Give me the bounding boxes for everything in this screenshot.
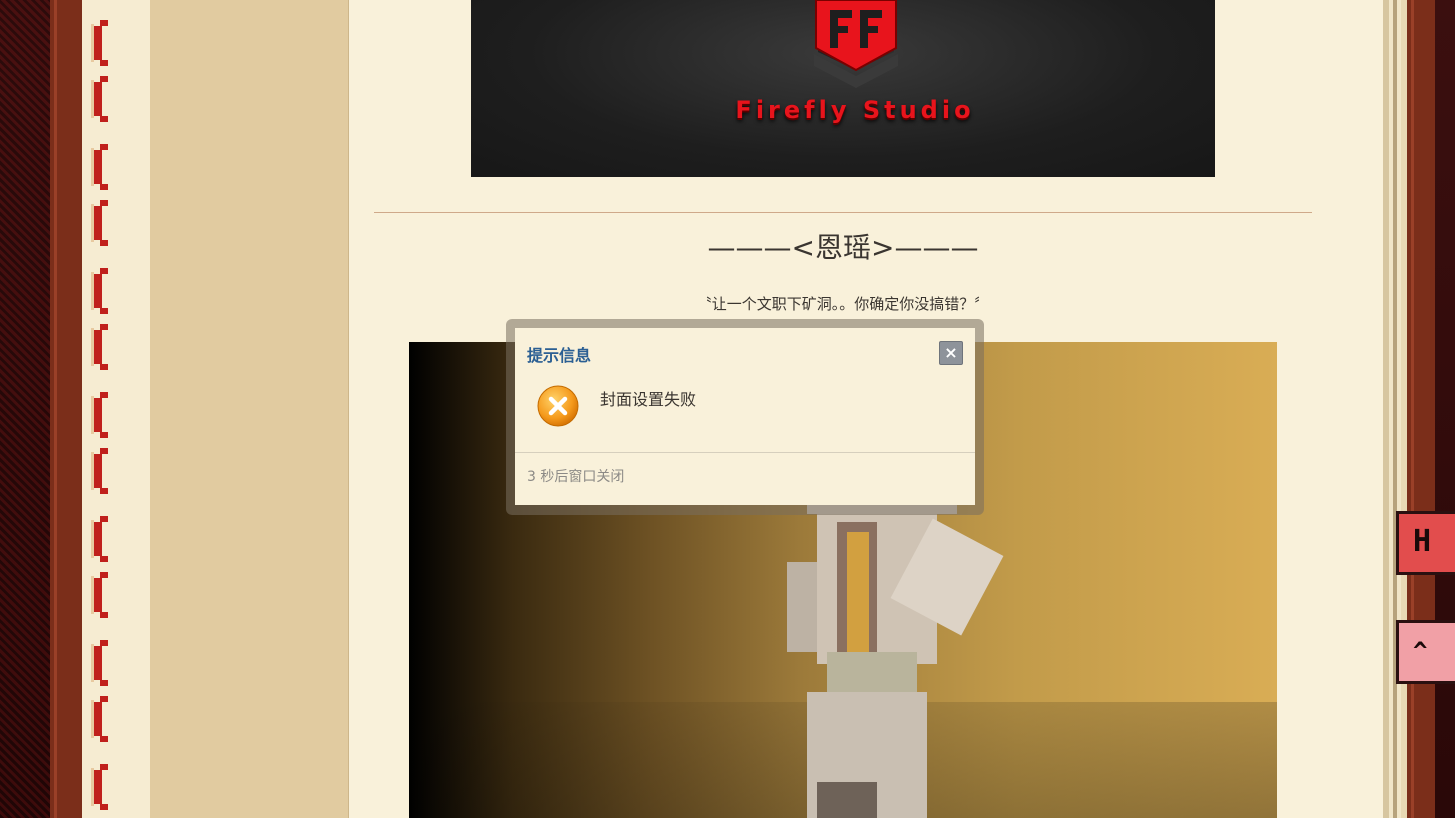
side-float-button-h[interactable]: H	[1396, 511, 1455, 575]
dialog-title: 提示信息	[527, 346, 592, 365]
quote-text: 〝让一个文职下矿洞。。你确定你没搞错？〞	[696, 295, 990, 313]
bracket-ornament	[91, 764, 108, 810]
back-to-top-button[interactable]: ^	[1396, 620, 1455, 684]
section-title: ———<恩瑶>———	[707, 231, 979, 264]
bracket-ornament	[91, 640, 108, 686]
notice-dialog: 提示信息 × 封面设置失败 3 秒后窗口关闭	[515, 328, 975, 505]
divider	[374, 212, 1312, 213]
bracket-ornament	[91, 324, 108, 370]
dialog-message: 封面设置失败	[600, 390, 697, 409]
bracket-ornament	[91, 76, 108, 122]
bracket-ornament	[91, 392, 108, 438]
bracket-ornament	[91, 572, 108, 618]
bracket-ornament	[91, 144, 108, 190]
page-edge-decoration	[82, 0, 150, 818]
bracket-ornament	[91, 200, 108, 246]
character-figure	[787, 502, 1004, 818]
close-icon[interactable]: ×	[939, 341, 963, 365]
dialog-divider	[515, 452, 975, 453]
book-binding-left	[50, 0, 84, 818]
firefly-studio-logo	[814, 0, 898, 88]
pixel-h-icon: H	[1413, 524, 1432, 559]
dialog-countdown: 3 秒后窗口关闭	[527, 469, 625, 485]
pixel-up-arrow-icon: ^	[1413, 637, 1428, 665]
studio-name: Firefly Studio	[735, 96, 975, 124]
bracket-ornament	[91, 268, 108, 314]
bracket-ornament	[91, 20, 108, 66]
error-icon	[537, 385, 579, 427]
background-texture-right	[1435, 0, 1455, 818]
background-texture-left	[0, 0, 50, 818]
left-sidebar	[150, 0, 349, 818]
bracket-ornament	[91, 696, 108, 742]
bracket-ornament	[91, 516, 108, 562]
book-binding-right	[1383, 0, 1435, 818]
bracket-ornament	[91, 448, 108, 494]
